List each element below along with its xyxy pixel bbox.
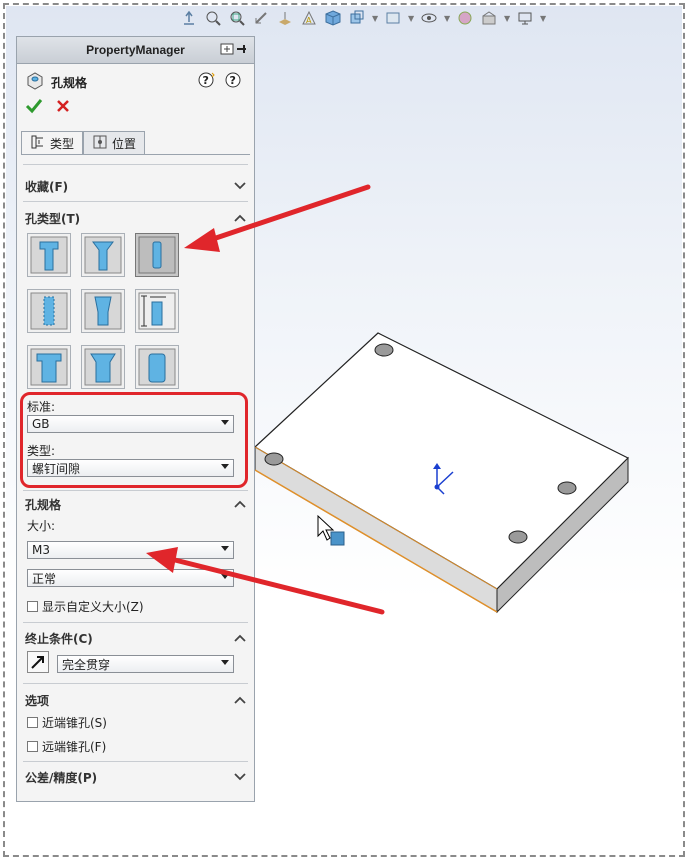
arrow-to-size xyxy=(146,547,385,615)
annotation-arrows xyxy=(146,184,385,615)
arrow-to-hole-type xyxy=(184,184,371,252)
